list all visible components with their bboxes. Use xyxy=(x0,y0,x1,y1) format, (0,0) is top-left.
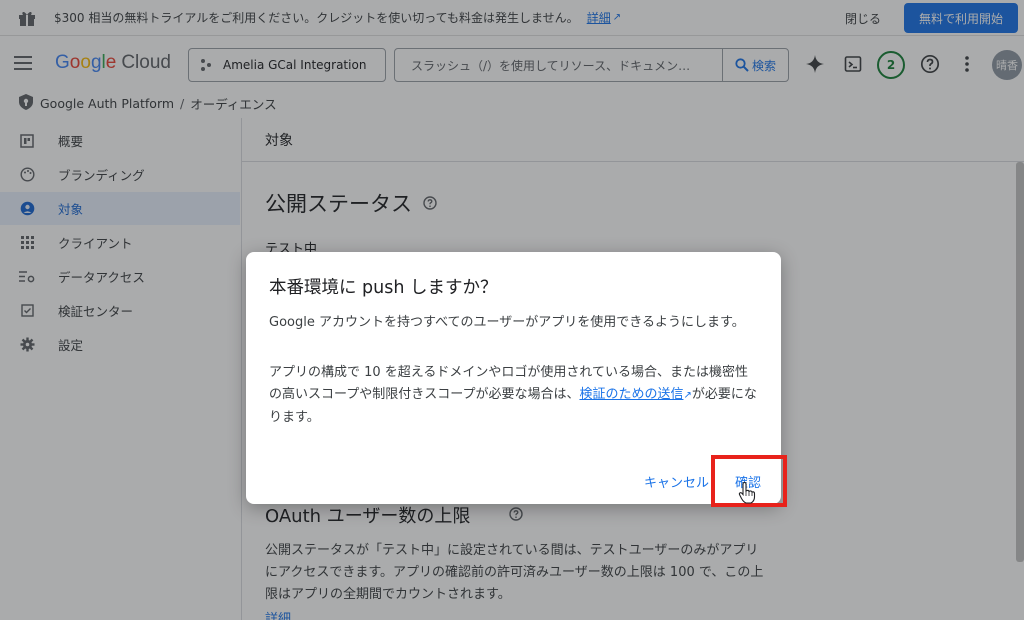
dialog-title: 本番環境に push しますか？ xyxy=(269,278,498,298)
external-link-icon: ↗ xyxy=(683,390,692,401)
push-to-production-dialog: 本番環境に push しますか？ Google アカウントを持つすべてのユーザー… xyxy=(246,252,781,504)
cancel-button[interactable]: キャンセル xyxy=(644,472,709,491)
dialog-body-1: Google アカウントを持つすべてのユーザーがアプリを使用できるようにします。 xyxy=(269,315,745,330)
hand-cursor-icon xyxy=(738,481,756,508)
verification-submit-link[interactable]: 検証のための送信 xyxy=(579,387,683,402)
dialog-body-2: アプリの構成で 10 を超えるドメインやロゴが使用されている場合、または機密性の… xyxy=(269,362,759,429)
